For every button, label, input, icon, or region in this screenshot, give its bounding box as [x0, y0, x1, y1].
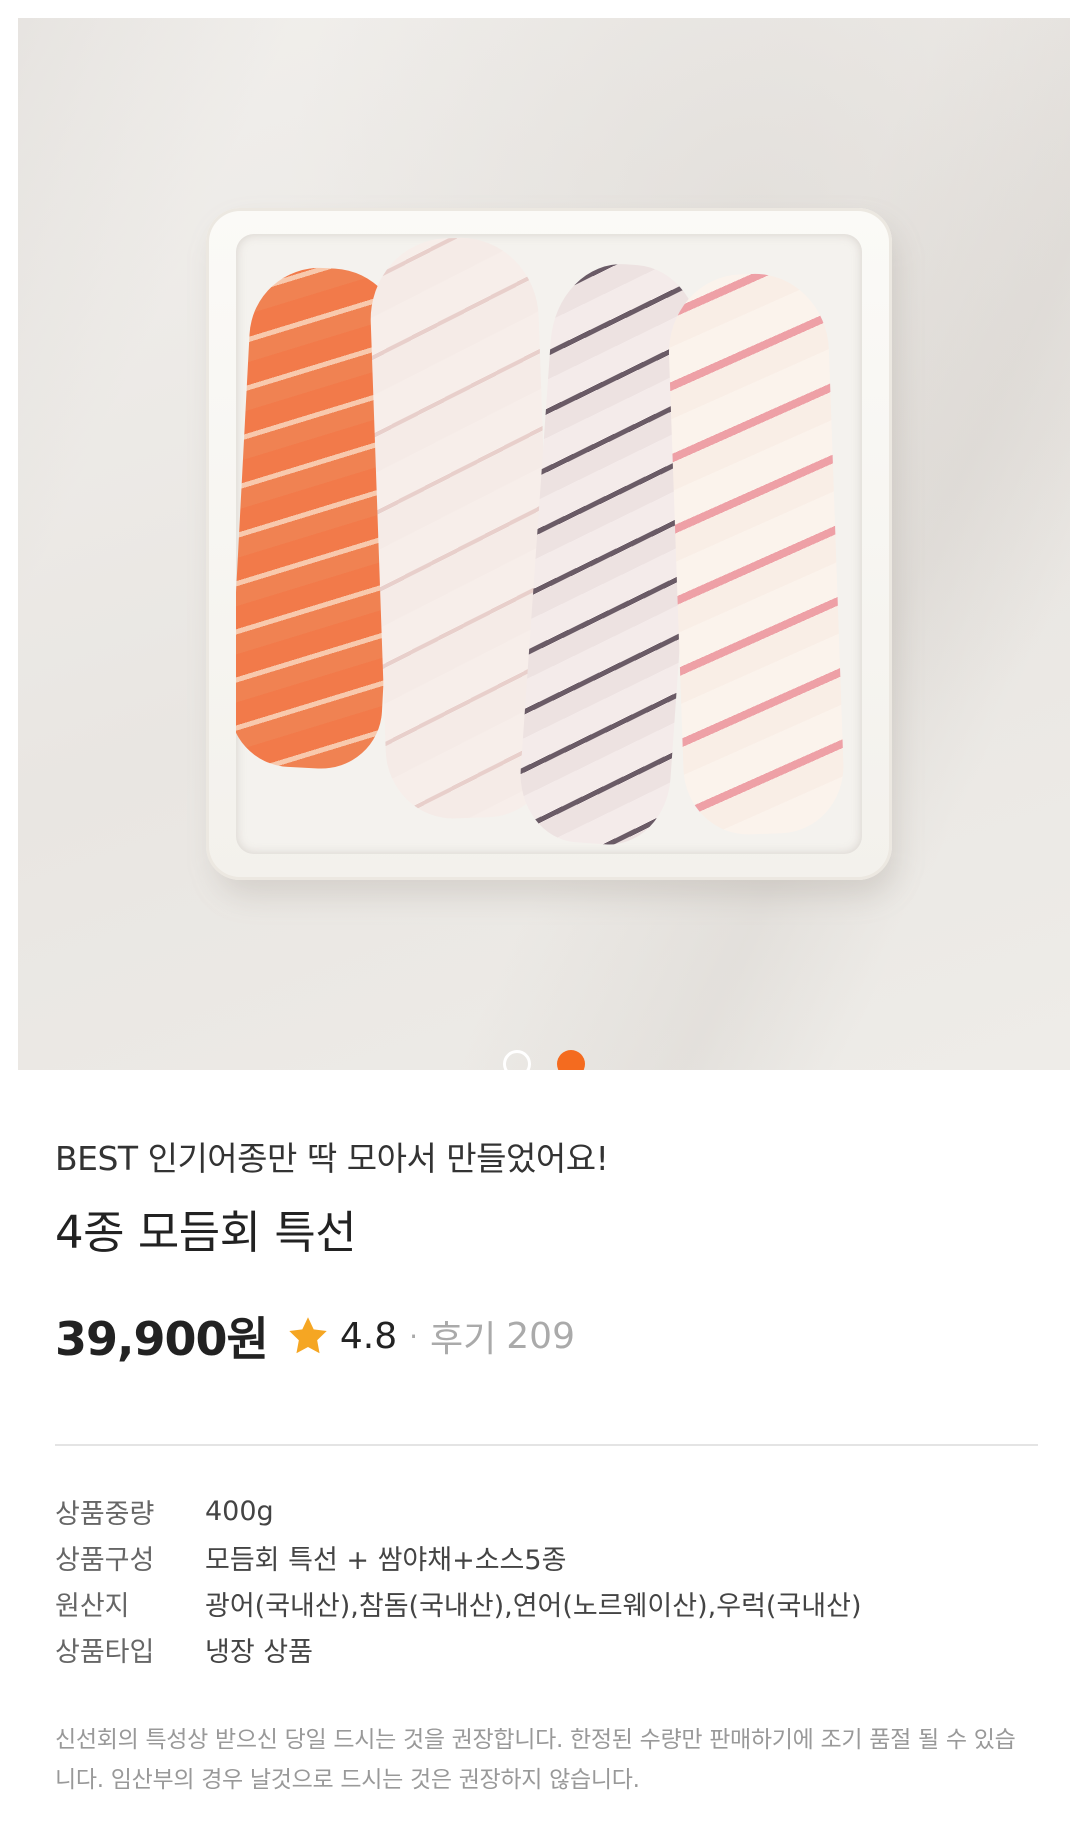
review-link-label[interactable]: 후기	[430, 1310, 496, 1362]
separator-dot: ·	[409, 1319, 419, 1353]
carousel-indicator	[18, 1050, 1070, 1070]
review-count[interactable]: 209	[506, 1316, 575, 1357]
rating-value: 4.8	[339, 1315, 398, 1357]
info-label: 상품구성	[55, 1544, 155, 1576]
info-value: 광어(국내산),참돔(국내산),연어(노르웨이산),우럭(국내산)	[205, 1590, 862, 1622]
section-divider	[55, 1444, 1038, 1446]
carousel-dot-1[interactable]	[503, 1050, 531, 1070]
price-rating-row: 39,900원 4.8 · 후기 209	[55, 1306, 575, 1366]
info-label: 상품타입	[55, 1636, 155, 1668]
info-row-origin: 원산지 광어(국내산),참돔(국내산),연어(노르웨이산),우럭(국내산)	[55, 1580, 1038, 1626]
info-value: 모듬회 특선 + 쌈야채+소스5종	[205, 1544, 567, 1576]
snapper-slices	[666, 271, 846, 837]
info-label: 원산지	[55, 1590, 130, 1622]
info-value: 냉장 상품	[205, 1636, 313, 1668]
star-icon	[289, 1317, 327, 1354]
product-title: 4종 모듬회 특선	[55, 1206, 357, 1259]
product-price: 39,900원	[55, 1312, 269, 1366]
carousel-dot-2[interactable]	[557, 1050, 585, 1070]
info-row-weight: 상품중량 400g	[55, 1488, 1038, 1534]
product-info-table: 상품중량 400g 상품구성 모듬회 특선 + 쌈야채+소스5종 원산지 광어(…	[55, 1488, 1038, 1672]
info-row-composition: 상품구성 모듬회 특선 + 쌈야채+소스5종	[55, 1534, 1038, 1580]
info-row-type: 상품타입 냉장 상품	[55, 1626, 1038, 1672]
product-image	[206, 208, 892, 880]
info-value: 400g	[205, 1495, 274, 1527]
sashimi-platter	[236, 234, 862, 854]
notice-text: 신선회의 특성상 받으신 당일 드시는 것을 권장합니다. 한정된 수량만 판매…	[55, 1727, 1016, 1793]
info-label: 상품중량	[55, 1498, 155, 1530]
product-subtitle: BEST 인기어종만 딱 모아서 만들었어요!	[55, 1139, 609, 1178]
product-image-gallery[interactable]	[18, 18, 1070, 1070]
